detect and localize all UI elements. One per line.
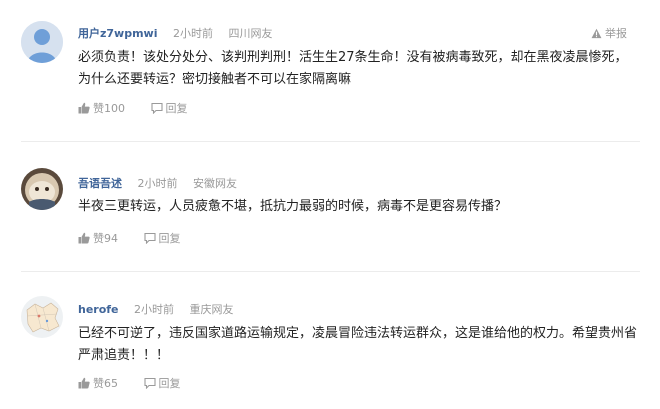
comment-icon: [150, 102, 163, 115]
like-count: 赞65: [93, 377, 118, 390]
comment-item: 吾语吾述 2小时前 安徽网友 半夜三更转运，人员疲惫不堪，抵抗力最弱的时候，病毒…: [0, 142, 660, 272]
comment-actions: 赞94 回复: [78, 231, 203, 247]
location: 四川网友: [228, 27, 273, 40]
reply-button[interactable]: 回复: [143, 231, 181, 247]
comment-item: 用户z7wpmwi 2小时前 四川网友 举报 必须负责！该处分处分、该判刑判刑！…: [0, 0, 660, 130]
thumbs-up-icon: [78, 377, 90, 389]
map-avatar-icon: [21, 296, 63, 338]
reply-button[interactable]: 回复: [150, 101, 188, 117]
thumbs-up-icon: [78, 232, 90, 244]
avatar[interactable]: [21, 168, 63, 210]
report-button[interactable]: 举报: [591, 26, 627, 42]
timestamp: 2小时前: [173, 27, 213, 40]
reply-button[interactable]: 回复: [143, 376, 181, 392]
like-button[interactable]: 赞94: [78, 231, 118, 247]
comment-item: herofe 2小时前 重庆网友 已经不可逆了，违反国家道路运输规定，凌晨冒险违…: [0, 272, 660, 409]
location: 重庆网友: [189, 303, 234, 316]
default-user-icon: [21, 21, 63, 63]
like-count: 赞94: [93, 232, 118, 245]
username[interactable]: 吾语吾述: [78, 177, 122, 190]
reply-label: 回复: [158, 232, 181, 245]
like-count: 赞100: [93, 102, 125, 115]
comment-icon: [143, 377, 156, 390]
comment-meta: 吾语吾述 2小时前 安徽网友: [78, 176, 249, 192]
report-label: 举报: [605, 27, 627, 40]
comment-text: 已经不可逆了，违反国家道路运输规定，凌晨冒险违法转运群众，这是谁给他的权力。希望…: [78, 326, 638, 363]
comment-text: 必须负责！该处分处分、该判刑判刑！活生生27条生命！没有被病毒致死，却在黑夜凌晨…: [78, 50, 628, 87]
location: 安徽网友: [193, 177, 237, 190]
comment-meta: 用户z7wpmwi 2小时前 四川网友: [78, 26, 285, 42]
like-button[interactable]: 赞65: [78, 376, 118, 392]
reply-label: 回复: [165, 102, 188, 115]
timestamp: 2小时前: [134, 303, 175, 316]
comment-meta: herofe 2小时前 重庆网友: [78, 302, 246, 318]
username[interactable]: herofe: [78, 303, 119, 316]
username[interactable]: 用户z7wpmwi: [78, 27, 158, 40]
comment-icon: [143, 232, 156, 245]
photo-avatar-icon: [21, 168, 63, 210]
avatar[interactable]: [21, 21, 63, 63]
like-button[interactable]: 赞100: [78, 101, 125, 117]
timestamp: 2小时前: [137, 177, 178, 190]
comment-text: 半夜三更转运，人员疲惫不堪，抵抗力最弱的时候，病毒不是更容易传播？: [78, 199, 508, 214]
thumbs-up-icon: [78, 102, 90, 114]
avatar[interactable]: [21, 296, 63, 338]
comment-actions: 赞100 回复: [78, 101, 210, 117]
comment-actions: 赞65 回复: [78, 376, 203, 392]
warning-icon: [591, 28, 602, 39]
reply-label: 回复: [158, 377, 181, 390]
